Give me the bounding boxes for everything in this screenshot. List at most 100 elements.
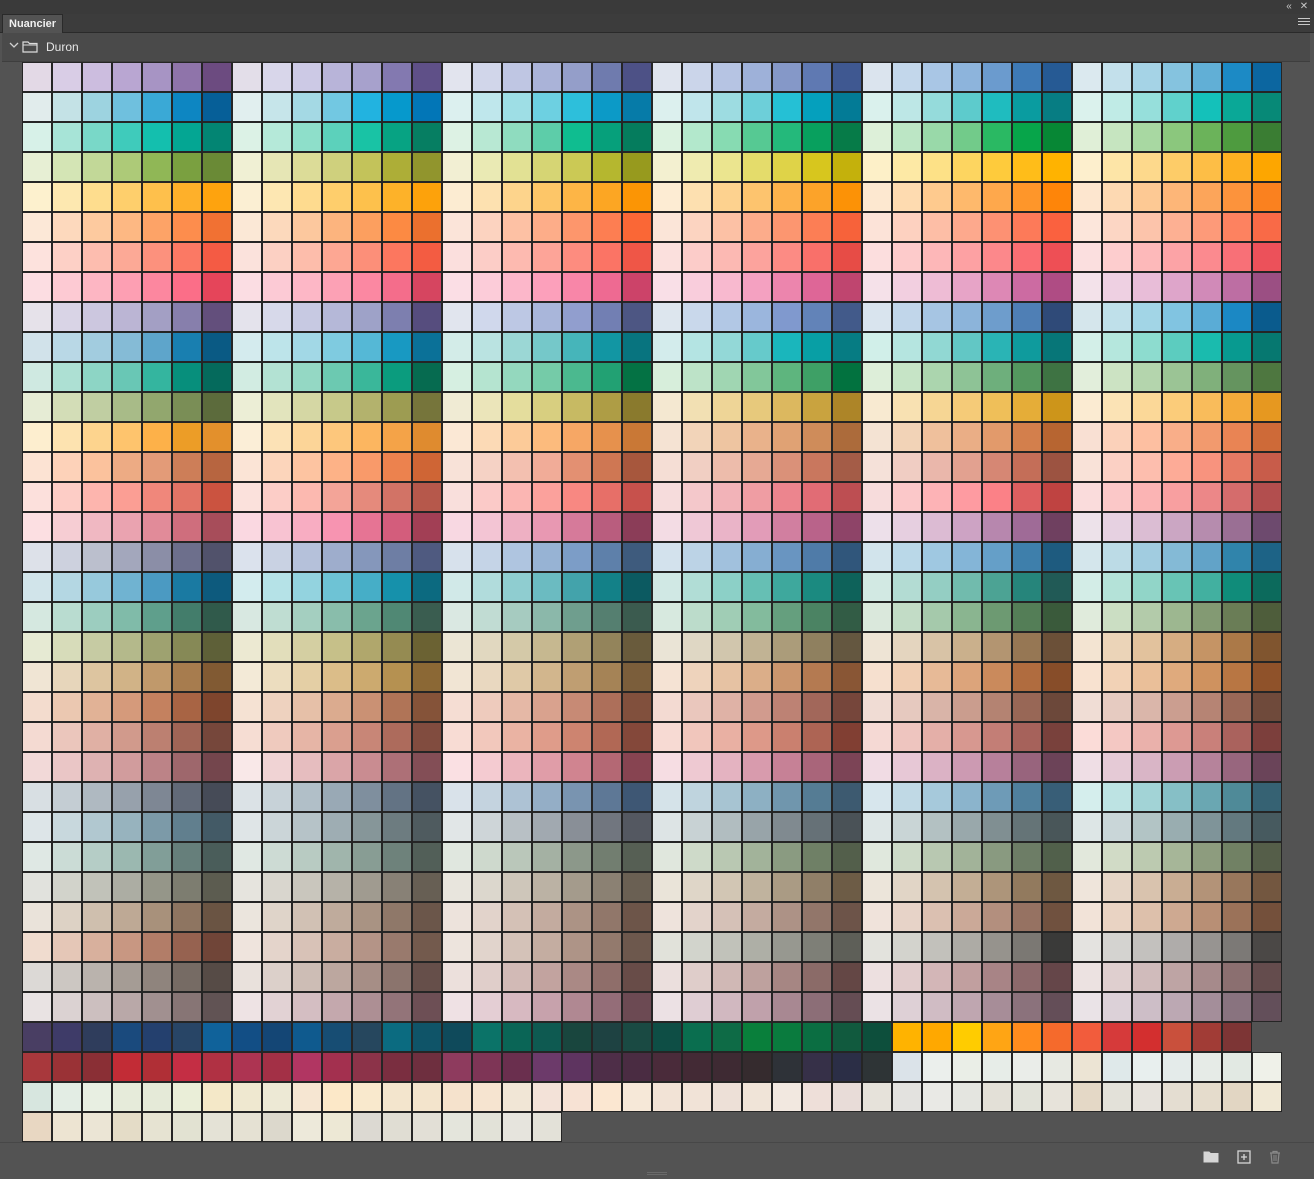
color-swatch[interactable] — [562, 722, 592, 752]
color-swatch[interactable] — [22, 542, 52, 572]
color-swatch[interactable] — [142, 692, 172, 722]
color-swatch[interactable] — [82, 512, 112, 542]
color-swatch[interactable] — [622, 932, 652, 962]
color-swatch[interactable] — [1222, 782, 1252, 812]
color-swatch[interactable] — [952, 932, 982, 962]
color-swatch[interactable] — [142, 962, 172, 992]
color-swatch[interactable] — [892, 1052, 922, 1082]
color-swatch[interactable] — [112, 902, 142, 932]
color-swatch[interactable] — [112, 182, 142, 212]
color-swatch[interactable] — [172, 692, 202, 722]
color-swatch[interactable] — [712, 902, 742, 932]
color-swatch[interactable] — [592, 932, 622, 962]
color-swatch[interactable] — [832, 302, 862, 332]
color-swatch[interactable] — [922, 812, 952, 842]
color-swatch[interactable] — [22, 932, 52, 962]
color-swatch[interactable] — [1132, 1052, 1162, 1082]
color-swatch[interactable] — [52, 182, 82, 212]
color-swatch[interactable] — [322, 902, 352, 932]
color-swatch[interactable] — [532, 872, 562, 902]
color-swatch[interactable] — [322, 662, 352, 692]
color-swatch[interactable] — [442, 632, 472, 662]
color-swatch[interactable] — [1102, 782, 1132, 812]
color-swatch[interactable] — [682, 272, 712, 302]
color-swatch[interactable] — [22, 392, 52, 422]
color-swatch[interactable] — [172, 92, 202, 122]
color-swatch[interactable] — [22, 662, 52, 692]
color-swatch[interactable] — [592, 1052, 622, 1082]
color-swatch[interactable] — [952, 482, 982, 512]
color-swatch[interactable] — [1072, 632, 1102, 662]
color-swatch[interactable] — [1012, 902, 1042, 932]
color-swatch[interactable] — [802, 722, 832, 752]
color-swatch[interactable] — [742, 662, 772, 692]
color-swatch[interactable] — [682, 152, 712, 182]
color-swatch[interactable] — [202, 362, 232, 392]
color-swatch[interactable] — [1132, 122, 1162, 152]
color-swatch[interactable] — [952, 182, 982, 212]
color-swatch[interactable] — [862, 572, 892, 602]
color-swatch[interactable] — [22, 482, 52, 512]
color-swatch[interactable] — [292, 1082, 322, 1112]
color-swatch[interactable] — [502, 902, 532, 932]
color-swatch[interactable] — [322, 92, 352, 122]
color-swatch[interactable] — [652, 602, 682, 632]
color-swatch[interactable] — [1102, 932, 1132, 962]
color-swatch[interactable] — [202, 542, 232, 572]
color-swatch[interactable] — [142, 782, 172, 812]
color-swatch[interactable] — [742, 722, 772, 752]
color-swatch[interactable] — [562, 542, 592, 572]
color-swatch[interactable] — [592, 362, 622, 392]
color-swatch[interactable] — [1042, 242, 1072, 272]
color-swatch[interactable] — [202, 212, 232, 242]
color-swatch[interactable] — [502, 722, 532, 752]
color-swatch[interactable] — [772, 422, 802, 452]
color-swatch[interactable] — [1162, 782, 1192, 812]
color-swatch[interactable] — [112, 1112, 142, 1142]
color-swatch[interactable] — [1042, 1022, 1072, 1052]
color-swatch[interactable] — [592, 1022, 622, 1052]
color-swatch[interactable] — [862, 512, 892, 542]
color-swatch[interactable] — [652, 332, 682, 362]
color-swatch[interactable] — [382, 392, 412, 422]
color-swatch[interactable] — [1222, 482, 1252, 512]
color-swatch[interactable] — [622, 722, 652, 752]
color-swatch[interactable] — [922, 752, 952, 782]
color-swatch[interactable] — [82, 632, 112, 662]
color-swatch[interactable] — [1072, 602, 1102, 632]
color-swatch[interactable] — [292, 482, 322, 512]
color-swatch[interactable] — [472, 452, 502, 482]
color-swatch[interactable] — [352, 452, 382, 482]
color-swatch[interactable] — [262, 902, 292, 932]
color-swatch[interactable] — [982, 662, 1012, 692]
color-swatch[interactable] — [442, 542, 472, 572]
color-swatch[interactable] — [952, 452, 982, 482]
color-swatch[interactable] — [922, 602, 952, 632]
color-swatch[interactable] — [22, 182, 52, 212]
color-swatch[interactable] — [892, 992, 922, 1022]
color-swatch[interactable] — [592, 122, 622, 152]
color-swatch[interactable] — [472, 1082, 502, 1112]
color-swatch[interactable] — [712, 662, 742, 692]
color-swatch[interactable] — [652, 812, 682, 842]
color-swatch[interactable] — [502, 452, 532, 482]
color-swatch[interactable] — [592, 602, 622, 632]
color-swatch[interactable] — [1162, 242, 1192, 272]
color-swatch[interactable] — [592, 662, 622, 692]
color-swatch[interactable] — [1132, 362, 1162, 392]
color-swatch[interactable] — [142, 602, 172, 632]
color-swatch[interactable] — [52, 122, 82, 152]
color-swatch[interactable] — [832, 992, 862, 1022]
color-swatch[interactable] — [1012, 872, 1042, 902]
color-swatch[interactable] — [22, 782, 52, 812]
color-swatch[interactable] — [292, 692, 322, 722]
color-swatch[interactable] — [832, 602, 862, 632]
color-swatch[interactable] — [652, 512, 682, 542]
color-swatch[interactable] — [412, 332, 442, 362]
color-swatch[interactable] — [802, 1082, 832, 1112]
color-swatch[interactable] — [442, 1112, 472, 1142]
color-swatch[interactable] — [202, 62, 232, 92]
color-swatch[interactable] — [142, 332, 172, 362]
color-swatch[interactable] — [1072, 392, 1102, 422]
color-swatch[interactable] — [562, 842, 592, 872]
